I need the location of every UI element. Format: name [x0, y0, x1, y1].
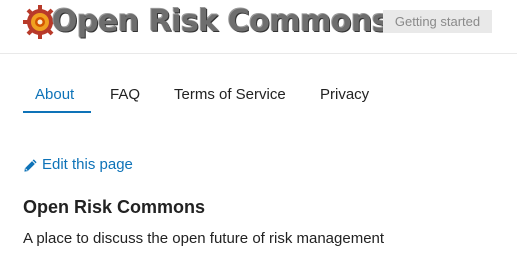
pencil-icon [24, 158, 37, 172]
edit-page-link[interactable]: Edit this page [23, 155, 133, 175]
logo-text: Open Risk Commons [52, 4, 390, 39]
page-description: A place to discuss the open future of ri… [23, 230, 385, 247]
site-header: Open Risk Commons Getting started [0, 0, 517, 54]
page-title: Open Risk Commons [23, 197, 206, 217]
tab-faq[interactable]: FAQ [110, 84, 140, 106]
tab-terms-of-service[interactable]: Terms of Service [174, 84, 286, 106]
site-logo[interactable]: Open Risk Commons [22, 2, 390, 42]
tab-privacy[interactable]: Privacy [320, 84, 369, 106]
active-tab-underline [23, 111, 91, 113]
edit-page-label: Edit this page [42, 156, 133, 173]
tab-about[interactable]: About [35, 84, 74, 106]
getting-started-button[interactable]: Getting started [383, 10, 492, 33]
